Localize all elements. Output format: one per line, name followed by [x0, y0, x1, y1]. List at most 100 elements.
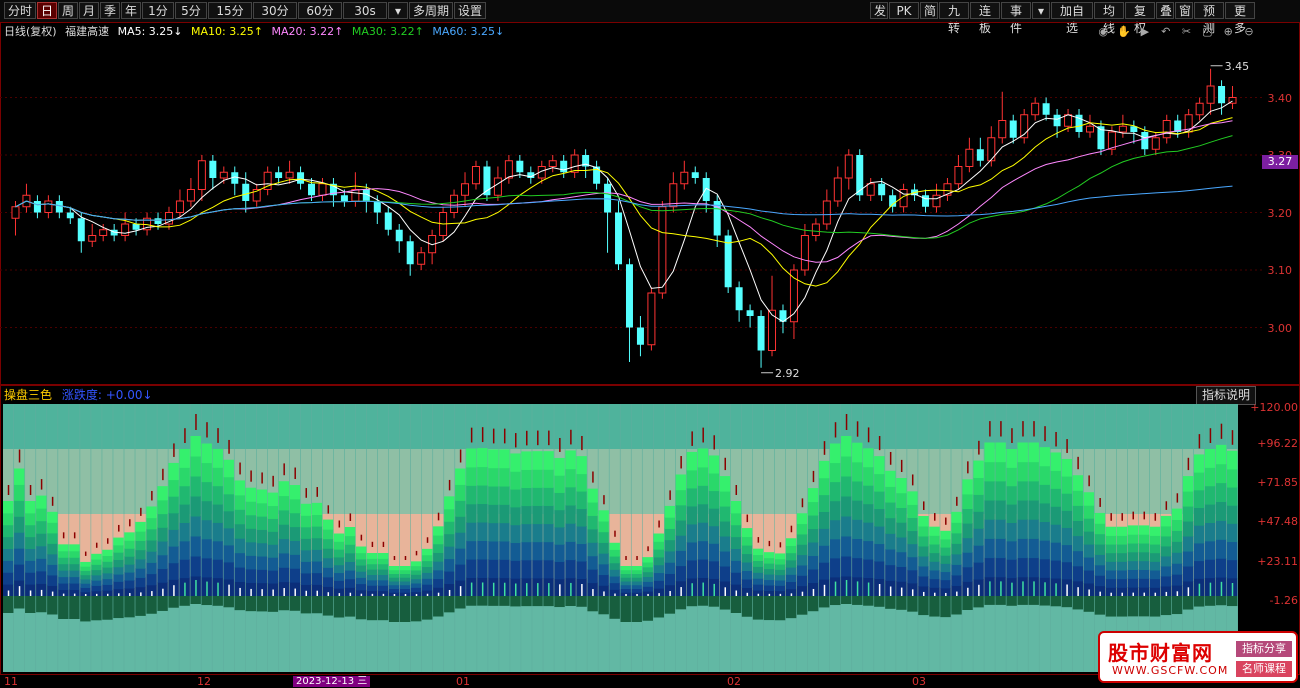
candle-body[interactable] [186, 189, 195, 202]
candle-body[interactable] [504, 160, 513, 179]
toolbar-item-12[interactable]: ▾ [388, 2, 408, 19]
toolbar-right-item-5[interactable]: 事件 [1001, 2, 1031, 35]
candle-body[interactable] [1085, 125, 1094, 133]
candle-body[interactable] [318, 183, 327, 196]
toolbar-right-item-11[interactable]: 窗 [1175, 2, 1193, 19]
candle-body[interactable] [844, 154, 853, 179]
candle-body[interactable] [516, 160, 524, 173]
candle-body[interactable] [44, 200, 53, 213]
candle-body[interactable] [66, 212, 74, 219]
indicator-chart[interactable] [3, 404, 1238, 672]
candle-body[interactable] [1218, 86, 1226, 104]
candle-body[interactable] [99, 229, 108, 236]
toolbar-item-2[interactable]: 周 [58, 2, 78, 19]
candle-body[interactable] [833, 177, 842, 202]
candle-body[interactable] [570, 154, 579, 173]
candle-body[interactable] [242, 183, 250, 201]
candle-body[interactable] [998, 120, 1007, 139]
price-chart[interactable]: 3.45 2.92 [0, 40, 1262, 385]
toolbar-right-item-12[interactable]: 预测 [1194, 2, 1224, 35]
candle-body[interactable] [822, 200, 831, 225]
candle-body[interactable] [1053, 114, 1061, 127]
candle-body[interactable] [33, 201, 41, 213]
toolbar-right-item-0[interactable]: 发 [870, 2, 888, 19]
candle-body[interactable] [154, 218, 162, 224]
candle-body[interactable] [121, 223, 130, 236]
candle-body[interactable] [615, 212, 623, 265]
toolbar-item-7[interactable]: 5分 [175, 2, 207, 19]
candle-body[interactable] [340, 195, 348, 201]
toolbar-item-4[interactable]: 季 [100, 2, 120, 19]
candle-body[interactable] [1151, 137, 1160, 150]
candle-body[interactable] [1009, 120, 1017, 138]
candle-body[interactable] [965, 148, 974, 167]
candle-body[interactable] [680, 171, 689, 185]
toolbar-right-item-8[interactable]: 均线 [1094, 2, 1124, 35]
candle-body[interactable] [1118, 125, 1127, 133]
toolbar-right-item-2[interactable]: 简 [920, 2, 938, 19]
candle-body[interactable] [1206, 85, 1215, 104]
candle-body[interactable] [811, 223, 820, 236]
candle-body[interactable] [77, 218, 85, 242]
candle-body[interactable] [450, 194, 459, 213]
candle-body[interactable] [471, 166, 480, 185]
candle-body[interactable] [275, 172, 283, 178]
candle-body[interactable] [922, 195, 930, 207]
candle-body[interactable] [406, 241, 414, 265]
toolbar-item-1[interactable]: 日 [37, 2, 57, 19]
candle-body[interactable] [647, 292, 656, 346]
candle-body[interactable] [1162, 120, 1171, 139]
candle-body[interactable] [878, 183, 886, 196]
candle-body[interactable] [746, 310, 754, 316]
candle-body[interactable] [88, 235, 97, 242]
toolbar-right-item-10[interactable]: 叠 [1156, 2, 1174, 19]
candle-body[interactable] [209, 160, 217, 178]
toolbar-right-item-4[interactable]: 连板 [970, 2, 1000, 35]
toolbar-right-item-13[interactable]: 更多 [1225, 2, 1255, 35]
candle-body[interactable] [55, 201, 63, 213]
toolbar-right-item-3[interactable]: 九转 [939, 2, 969, 35]
candle-body[interactable] [308, 183, 316, 196]
candle-body[interactable] [866, 183, 875, 196]
candle-body[interactable] [351, 189, 360, 202]
candle-body[interactable] [954, 166, 963, 185]
candle-body[interactable] [1064, 114, 1073, 127]
candle-body[interactable] [197, 160, 206, 190]
candle-body[interactable] [976, 149, 984, 161]
candle-body[interactable] [384, 212, 392, 230]
candle-body[interactable] [625, 264, 633, 328]
watermark-logo[interactable]: 股市财富网 WWW.GSCFW.COM 指标分享 名师课程 [1098, 631, 1298, 683]
candle-body[interactable] [604, 183, 612, 213]
candle-body[interactable] [219, 171, 228, 179]
toolbar-right-item-1[interactable]: PK [889, 2, 919, 19]
toolbar-item-9[interactable]: 30分 [253, 2, 297, 19]
toolbar-item-8[interactable]: 15分 [208, 2, 252, 19]
candle-body[interactable] [132, 224, 140, 230]
candle-body[interactable] [297, 172, 305, 184]
candle-body[interactable] [1195, 102, 1204, 116]
candle-body[interactable] [175, 200, 184, 213]
candle-body[interactable] [735, 287, 743, 311]
candle-body[interactable] [373, 201, 381, 213]
candle-body[interactable] [1042, 103, 1050, 115]
candle-body[interactable] [493, 177, 502, 196]
candle-body[interactable] [417, 252, 426, 265]
candle-body[interactable] [1141, 132, 1149, 150]
toolbar-right-item-7[interactable]: 加自选 [1051, 2, 1093, 35]
toolbar-item-3[interactable]: 月 [79, 2, 99, 19]
toolbar-right-item-6[interactable]: ▾ [1032, 2, 1050, 19]
toolbar-item-13[interactable]: 多周期 [409, 2, 453, 19]
candle-body[interactable] [395, 229, 403, 242]
candle-body[interactable] [800, 235, 809, 271]
toolbar-item-0[interactable]: 分时 [4, 2, 36, 19]
candle-body[interactable] [757, 316, 765, 351]
toolbar-right-item-9[interactable]: 复权 [1125, 2, 1155, 35]
candle-body[interactable] [11, 206, 20, 219]
candle-body[interactable] [932, 194, 941, 208]
toolbar-item-11[interactable]: 30s [343, 2, 387, 19]
candle-body[interactable] [560, 160, 568, 173]
candle-body[interactable] [1031, 102, 1040, 116]
toolbar-item-14[interactable]: 设置 [454, 2, 486, 19]
candle-body[interactable] [548, 160, 557, 167]
candle-body[interactable] [285, 171, 294, 179]
